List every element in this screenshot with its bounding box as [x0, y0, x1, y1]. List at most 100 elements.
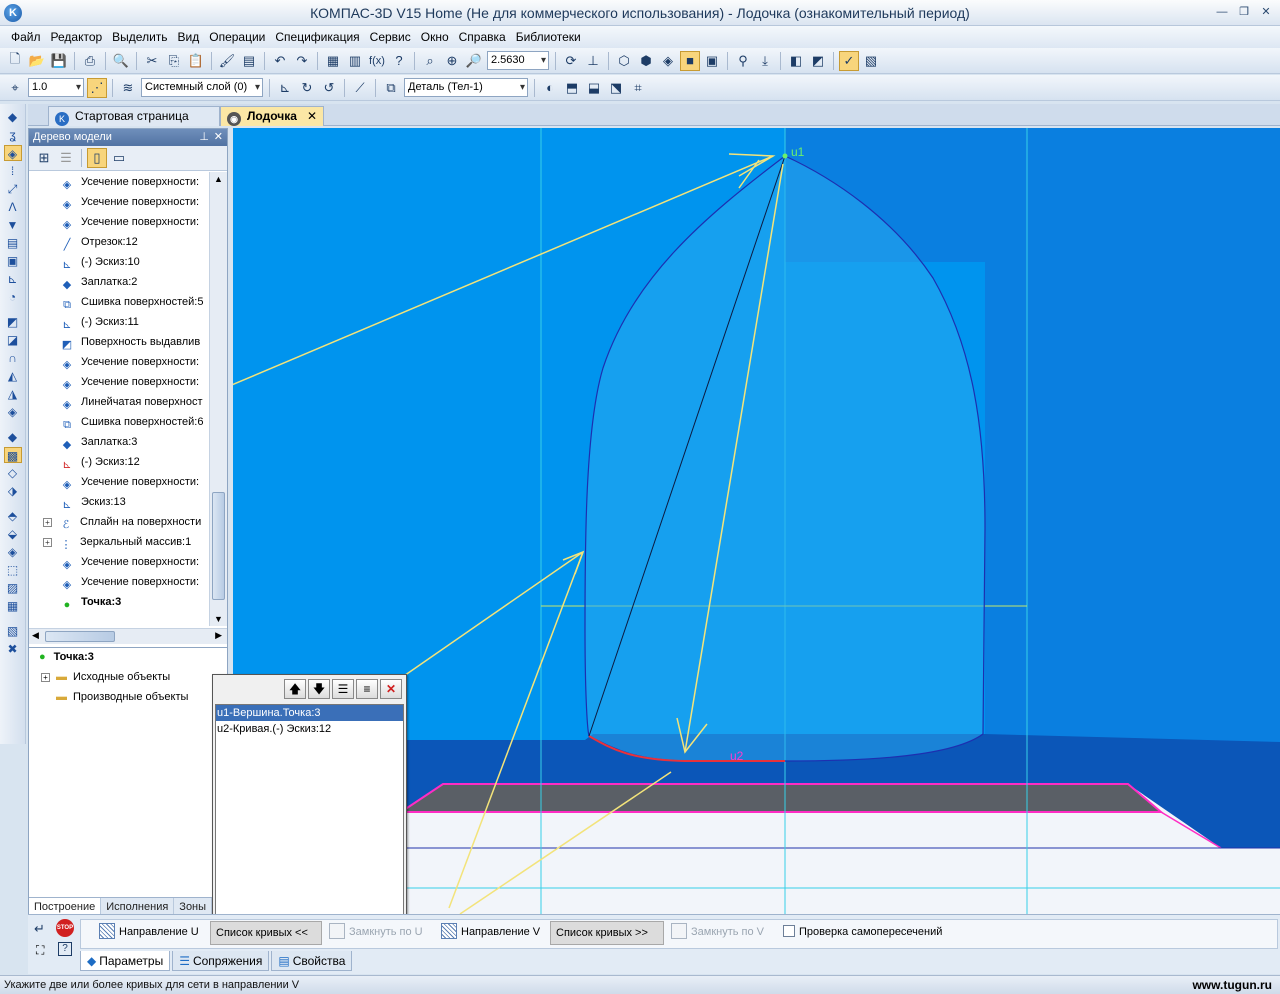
restore-surface-tool-icon[interactable]: ⬚	[4, 562, 22, 578]
selection-icon[interactable]: ⤓	[755, 51, 775, 71]
trim-surface-tool-icon[interactable]: ⬘	[4, 508, 22, 524]
tree-item[interactable]: ◈ Усечение поверхности:	[59, 352, 209, 372]
surface-cut-tool-icon[interactable]: ◈	[4, 544, 22, 560]
direction-u-button[interactable]: Направление U	[94, 921, 204, 945]
help-pointer-icon[interactable]: ?	[389, 51, 409, 71]
shaded-icon[interactable]: ■	[680, 50, 700, 71]
zoom-window-icon[interactable]: ⌕	[420, 51, 440, 71]
panel-close-icon[interactable]: ✕	[214, 129, 223, 146]
filter-icon[interactable]: ⚲	[733, 51, 753, 71]
menu-help[interactable]: Справка	[454, 30, 511, 44]
fill-tool-icon[interactable]: ▧	[4, 623, 22, 639]
step-combo[interactable]: 1.0	[28, 78, 84, 97]
zoom-scale-combo[interactable]: 2.5630	[487, 51, 549, 70]
scroll-down-icon[interactable]: ▼	[214, 614, 223, 624]
move-down-icon[interactable]: 🡇	[308, 679, 330, 699]
help-icon[interactable]: ?	[58, 942, 72, 956]
tab-start-page[interactable]: K Стартовая страница	[48, 106, 220, 126]
tree-item[interactable]: ◈ Линейчатая поверхност	[59, 392, 209, 412]
tree-item[interactable]: + ℰ Сплайн на поверхности	[43, 512, 209, 532]
perspective-icon[interactable]: ⬔	[606, 78, 626, 98]
manager-icon[interactable]: ▦	[323, 51, 343, 71]
list-item[interactable]: u2-Кривая.(-) Эскиз:12	[216, 721, 403, 737]
tree-view-icon[interactable]: ▯	[87, 148, 107, 168]
menu-operations[interactable]: Операции	[204, 30, 270, 44]
tree-order-icon[interactable]: ☰	[56, 148, 76, 168]
list-item[interactable]: u1-Вершина.Точка:3	[216, 705, 403, 721]
tab-close-icon[interactable]: ✕	[307, 107, 317, 126]
sheet-metal-icon[interactable]: ⊾	[4, 271, 22, 287]
print-icon[interactable]: ⎙	[80, 51, 100, 71]
self-intersection-checkbox[interactable]: Проверка самопересечений	[778, 921, 947, 945]
tree-item[interactable]: ◩ Поверхность выдавлив	[59, 332, 209, 352]
detail-item-source[interactable]: + ▬ Исходные объекты	[41, 671, 170, 683]
open-file-icon[interactable]: 📂	[27, 51, 47, 71]
zoom-all-icon[interactable]: ⊕	[442, 51, 462, 71]
curve-list-v-button[interactable]: Список кривых >>	[550, 921, 664, 945]
show-all-icon[interactable]: ✓	[839, 50, 859, 71]
snap-icon[interactable]: ⋰	[87, 77, 107, 98]
extrude-surface-tool-icon[interactable]: ◩	[4, 314, 22, 330]
curve-list-u-button[interactable]: Список кривых <<	[210, 921, 322, 945]
solid-icon[interactable]: ◧	[786, 51, 806, 71]
halftone-icon[interactable]: ◈	[658, 51, 678, 71]
redo-op-icon[interactable]: ↻	[297, 78, 317, 98]
sketch-mode-icon[interactable]: ⊾	[275, 78, 295, 98]
point-surface-tool-icon[interactable]: ◈	[4, 404, 22, 420]
color-icon[interactable]: ◩	[808, 51, 828, 71]
tab-mates[interactable]: ☰ Сопряжения	[172, 951, 270, 971]
scroll-up-icon[interactable]: ▲	[214, 174, 223, 184]
list-add-icon[interactable]: ≡	[356, 679, 378, 699]
measure-icon[interactable]: ⟋	[350, 78, 370, 98]
tree-item[interactable]: ◈ Усечение поверхности:	[59, 472, 209, 492]
menu-select[interactable]: Выделить	[107, 30, 172, 44]
tree-hscrollbar[interactable]: ◀ ▶	[29, 628, 227, 644]
scroll-left-icon[interactable]: ◀	[32, 630, 39, 641]
remove-faces-tool-icon[interactable]: ▨	[4, 580, 22, 596]
loft-surface-tool-icon[interactable]: ◭	[4, 368, 22, 384]
menu-view[interactable]: Вид	[173, 30, 205, 44]
cut-icon[interactable]: ✂	[142, 51, 162, 71]
menu-specification[interactable]: Спецификация	[270, 30, 364, 44]
tab-parameters[interactable]: ◆ Параметры	[80, 951, 171, 971]
tree-item[interactable]: ● Точка:3	[59, 592, 209, 612]
layer-combo[interactable]: Системный слой (0)	[141, 78, 263, 97]
tree-item[interactable]: ◈ Усечение поверхности:	[59, 372, 209, 392]
tree-item[interactable]: ╱ Отрезок:12	[59, 232, 209, 252]
library-icon[interactable]: ▥	[345, 51, 365, 71]
surfaces-icon[interactable]: ◈	[3, 145, 22, 161]
tree-item[interactable]: ⊾ (-) Эскиз:10	[59, 252, 209, 272]
join-surface-tool-icon[interactable]: ▦	[4, 598, 22, 614]
redo-icon[interactable]: ↷	[292, 51, 312, 71]
kinematic-surface-tool-icon[interactable]: ∩	[4, 350, 22, 366]
copy-icon[interactable]: ⎘	[164, 51, 184, 71]
tree-structure-icon[interactable]: ⊞	[34, 148, 54, 168]
menu-service[interactable]: Сервис	[365, 30, 416, 44]
restore-icon[interactable]: ❐	[1236, 4, 1252, 20]
menu-file[interactable]: Файл	[6, 30, 46, 44]
patch-tool-icon[interactable]: ◇	[4, 465, 22, 481]
menu-window[interactable]: Окно	[416, 30, 454, 44]
menu-libraries[interactable]: Библиотеки	[511, 30, 586, 44]
display-mode-icon[interactable]: ◐	[540, 78, 560, 98]
detail-item-derived[interactable]: ▬ Производные объекты	[56, 691, 188, 703]
formula-icon[interactable]: f(x)	[367, 51, 387, 71]
equidistant-surface-tool-icon[interactable]: ◮	[4, 386, 22, 402]
rebuild-icon[interactable]: ↺	[319, 78, 339, 98]
aux-geometry-icon[interactable]: ⤢	[4, 181, 22, 197]
shaded-edges-icon[interactable]: ▣	[702, 51, 722, 71]
orientation-icon[interactable]: ⊥	[583, 51, 603, 71]
print-area-icon[interactable]: ▧	[861, 51, 881, 71]
grid-icon[interactable]: ⌗	[628, 78, 648, 98]
stitch-tool-icon[interactable]: ⬙	[4, 526, 22, 542]
preview-icon[interactable]: 🔍	[111, 51, 131, 71]
format-painter-icon[interactable]: 🖌	[217, 51, 237, 71]
properties-list-icon[interactable]: ▤	[239, 51, 259, 71]
rotate-surface-tool-icon[interactable]: ◪	[4, 332, 22, 348]
extend-surface-tool-icon[interactable]: ⬗	[4, 483, 22, 499]
dimensions-icon[interactable]: Λ	[4, 199, 22, 215]
delete-item-icon[interactable]: ✕	[380, 679, 402, 699]
reports-icon[interactable]: ▣	[4, 253, 22, 269]
tree-item[interactable]: ◈ Усечение поверхности:	[59, 552, 209, 572]
editing-tools-icon[interactable]: ◆	[4, 109, 22, 125]
